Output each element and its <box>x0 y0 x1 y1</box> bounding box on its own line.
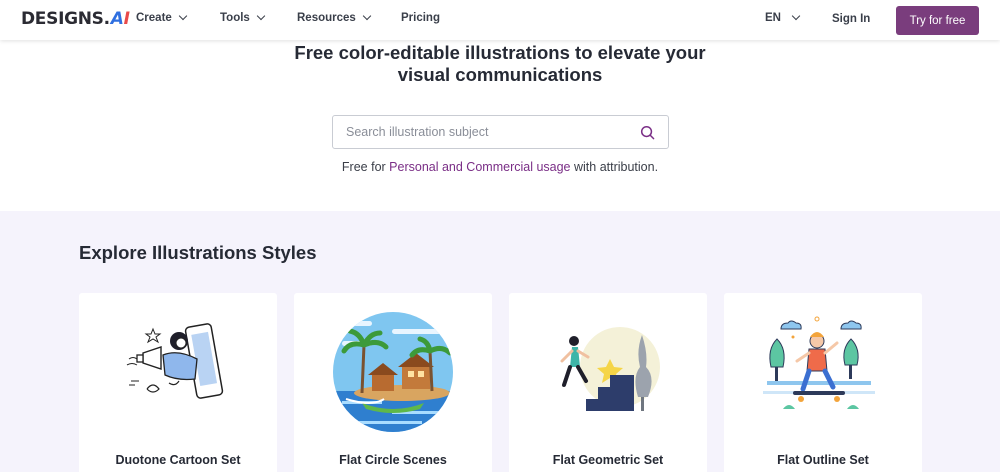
nav-pricing[interactable]: Pricing <box>401 12 440 24</box>
explore-section: Explore Illustrations Styles Duotone Car… <box>0 211 1000 472</box>
nav-tools-label: Tools <box>220 12 250 24</box>
style-card-flat-outline[interactable]: Flat Outline Set <box>724 293 922 472</box>
chevron-down-icon <box>178 11 188 21</box>
nav-pricing-label: Pricing <box>401 12 440 24</box>
style-card-flat-geometric[interactable]: Flat Geometric Set <box>509 293 707 472</box>
chevron-down-icon <box>362 11 372 21</box>
usage-prefix: Free for <box>341 160 390 174</box>
nav-create[interactable]: Create <box>136 11 188 24</box>
hero-title-line-1: Free color-editable illustrations to ele… <box>294 42 706 63</box>
flat-outline-illustration <box>724 315 922 415</box>
hero-title-line-2: visual communications <box>397 64 603 85</box>
sign-in-link[interactable]: Sign In <box>832 13 870 25</box>
top-navbar: DESIGNS. AI Create Tools Resources Prici… <box>0 0 1000 40</box>
language-label: EN <box>765 12 781 24</box>
designs-ai-logo[interactable]: DESIGNS. AI <box>21 9 130 29</box>
flat-circle-scene-illustration <box>294 311 492 432</box>
language-selector[interactable]: EN <box>765 11 801 24</box>
style-card-label: Flat Circle Scenes <box>339 453 447 467</box>
nav-resources[interactable]: Resources <box>297 11 372 24</box>
usage-suffix: with attribution. <box>570 160 659 174</box>
nav-tools[interactable]: Tools <box>220 11 266 24</box>
nav-resources-label: Resources <box>297 12 356 24</box>
duotone-cartoon-illustration <box>79 319 277 419</box>
search-icon[interactable] <box>640 125 655 140</box>
usage-note: Free for Personal and Commercial usage w… <box>200 160 800 174</box>
chevron-down-icon <box>256 11 266 21</box>
logo-ai-mark: AI <box>110 9 130 29</box>
chevron-down-icon <box>791 11 801 21</box>
style-card-label: Flat Outline Set <box>777 453 869 467</box>
try-for-free-button[interactable]: Try for free <box>896 6 979 35</box>
style-card-label: Duotone Cartoon Set <box>115 453 241 467</box>
explore-title: Explore Illustrations Styles <box>79 242 317 263</box>
flat-geometric-illustration <box>509 323 707 423</box>
nav-create-label: Create <box>136 12 172 24</box>
hero-title: Free color-editable illustrations to ele… <box>200 42 800 86</box>
search-box <box>332 115 669 149</box>
style-card-label: Flat Geometric Set <box>552 453 664 467</box>
logo-text: DESIGNS. <box>21 9 110 29</box>
style-card-flat-circle[interactable]: Flat Circle Scenes <box>294 293 492 472</box>
search-input[interactable] <box>346 116 636 148</box>
usage-license-link[interactable]: Personal and Commercial usage <box>389 160 570 174</box>
style-card-duotone-cartoon[interactable]: Duotone Cartoon Set <box>79 293 277 472</box>
